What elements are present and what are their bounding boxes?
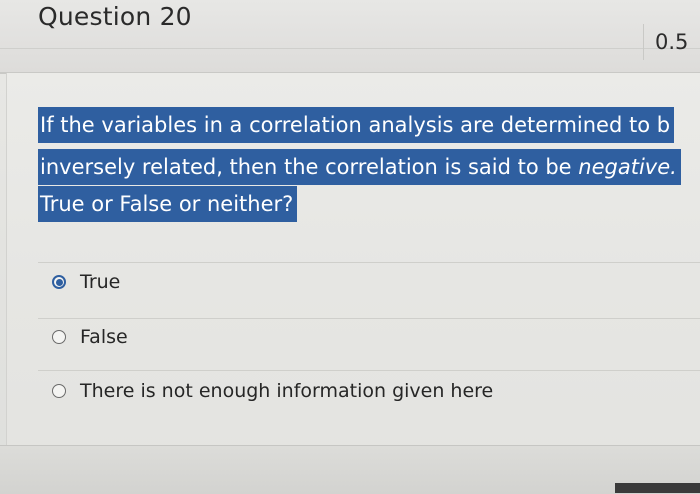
question-prompt-line-1: If the variables in a correlation analys… <box>38 107 675 143</box>
answer-option-not-enough-info[interactable]: There is not enough information given he… <box>52 380 493 402</box>
radio-unselected-icon[interactable] <box>52 384 66 398</box>
answer-label: There is not enough information given he… <box>80 380 494 402</box>
answer-label: False <box>80 326 128 348</box>
options-divider-top <box>38 262 700 263</box>
prompt-emphasis: negative. <box>578 155 677 179</box>
radio-unselected-icon[interactable] <box>52 330 66 344</box>
options-divider <box>38 370 700 371</box>
card-bottom-edge <box>0 445 700 494</box>
question-prompt-line-3: True or False or neither? <box>38 186 298 222</box>
question-header: Question 20 0.5 <box>0 0 700 74</box>
question-points: 0.5 <box>655 30 689 54</box>
options-divider <box>38 318 700 319</box>
radio-selected-icon[interactable] <box>52 275 66 289</box>
answer-option-false[interactable]: False <box>52 326 128 348</box>
answer-label: True <box>80 271 121 293</box>
answer-option-true[interactable]: True <box>52 271 120 293</box>
prompt-text: inversely related, then the correlation … <box>40 155 579 179</box>
question-prompt-line-2: inversely related, then the correlation … <box>38 149 681 185</box>
question-title: Question 20 <box>38 2 192 31</box>
quiz-page: Question 20 0.5 If the variables in a co… <box>0 0 700 494</box>
bottom-tab <box>615 483 700 493</box>
